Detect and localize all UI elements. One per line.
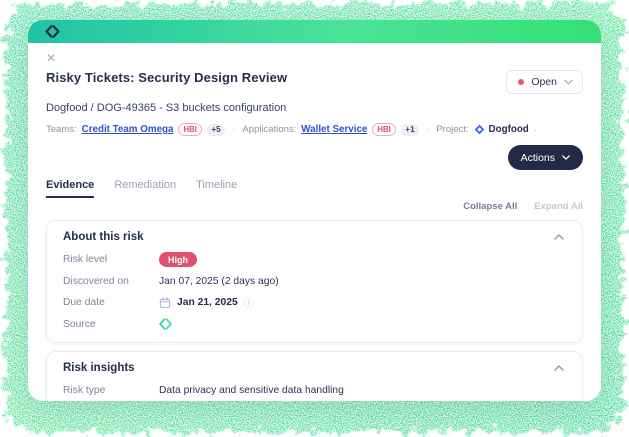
teams-hbi-badge: HBI: [178, 123, 202, 136]
expand-all-link[interactable]: Expand All: [534, 201, 583, 212]
risk-level-row: Risk level High: [63, 252, 566, 267]
row-label: Due date: [63, 297, 105, 308]
chevron-down-icon: [564, 79, 573, 85]
collapse-all-link[interactable]: Collapse All: [463, 201, 517, 212]
gradient-topbar: [28, 20, 601, 43]
due-date-control[interactable]: Jan 21, 2025 ⓘ: [159, 295, 254, 310]
collapse-section-button[interactable]: [552, 232, 566, 242]
brand-diamond-icon: [45, 25, 60, 38]
applications-hbi-badge: HBI: [372, 123, 396, 136]
tab-bar: Evidence Remediation Timeline: [46, 179, 583, 198]
section-rows: Risk type Data privacy and sensitive dat…: [63, 383, 566, 401]
page-title: Risky Tickets: Security Design Review: [46, 70, 288, 85]
project-chip[interactable]: Dogfood: [474, 124, 529, 135]
risk-ticket-modal: ✕ Risky Tickets: Security Design Review …: [28, 20, 601, 401]
row-label: Source: [63, 318, 96, 330]
status-dropdown[interactable]: Open: [506, 70, 583, 94]
applications-link[interactable]: Wallet Service: [301, 124, 367, 135]
due-date-value: Jan 21, 2025: [177, 297, 238, 308]
risk-type-value: Data privacy and sensitive data handling: [159, 384, 344, 396]
section-header: About this risk: [63, 231, 566, 243]
status-label: Open: [531, 76, 557, 88]
meta-row: Teams: Credit Team Omega HBI +5 · Applic…: [46, 123, 583, 136]
source-brand-icon: [159, 318, 172, 330]
risk-level-badge: High: [159, 252, 197, 267]
status-dot-icon: [518, 79, 525, 85]
project-label: Project:: [436, 124, 469, 135]
project-diamond-icon: [474, 124, 484, 135]
row-label: Discovered on: [63, 275, 129, 287]
close-icon[interactable]: ✕: [46, 52, 56, 64]
about-this-risk-card: About this risk Risk level High Discover…: [46, 220, 583, 343]
chevron-up-icon: [554, 234, 564, 240]
chevron-down-icon: [562, 155, 570, 160]
modal-body: ✕ Risky Tickets: Security Design Review …: [28, 43, 601, 401]
discovered-on-value: Jan 07, 2025 (2 days ago): [159, 275, 279, 287]
calendar-icon: [159, 296, 171, 308]
collapse-section-button[interactable]: [552, 363, 566, 373]
applications-label: Applications:: [242, 124, 297, 135]
applications-more-badge[interactable]: +1: [400, 123, 420, 136]
section-title: Risk insights: [63, 362, 135, 374]
risk-insights-card: Risk insights Risk type Data privacy and…: [46, 351, 583, 401]
row-label: Risk level: [63, 254, 108, 265]
actions-label: Actions: [520, 151, 555, 164]
discovered-on-row: Discovered on Jan 07, 2025 (2 days ago): [63, 274, 566, 288]
project-more-dot: ·: [533, 124, 537, 135]
teams-label: Teams:: [46, 124, 77, 135]
collapse-controls: Collapse All Expand All: [46, 201, 583, 212]
section-header: Risk insights: [63, 362, 566, 374]
actions-button[interactable]: Actions: [507, 145, 583, 170]
ticket-subtitle: Dogfood / DOG-49365 - S3 buckets configu…: [46, 102, 287, 114]
meta-separator: ·: [426, 124, 430, 135]
title-row: Risky Tickets: Security Design Review Op…: [46, 70, 583, 94]
screenshot-stage: ✕ Risky Tickets: Security Design Review …: [0, 0, 629, 437]
info-icon[interactable]: ⓘ: [244, 295, 254, 310]
tab-timeline[interactable]: Timeline: [196, 179, 237, 198]
source-row: Source: [63, 317, 566, 331]
teams-more-badge[interactable]: +5: [206, 123, 226, 136]
tab-evidence[interactable]: Evidence: [46, 179, 95, 198]
row-label: Risk type: [63, 384, 106, 396]
due-date-row: Due date Jan 21, 2025 ⓘ: [63, 295, 566, 310]
actions-row: Actions: [46, 145, 583, 170]
chevron-up-icon: [554, 365, 564, 371]
meta-separator: ·: [232, 124, 236, 135]
project-name: Dogfood: [488, 124, 529, 135]
section-rows: Risk level High Discovered on Jan 07, 20…: [63, 252, 566, 331]
teams-link[interactable]: Credit Team Omega: [82, 124, 174, 135]
risk-type-row: Risk type Data privacy and sensitive dat…: [63, 383, 566, 397]
section-title: About this risk: [63, 231, 144, 243]
tab-remediation[interactable]: Remediation: [114, 179, 176, 198]
